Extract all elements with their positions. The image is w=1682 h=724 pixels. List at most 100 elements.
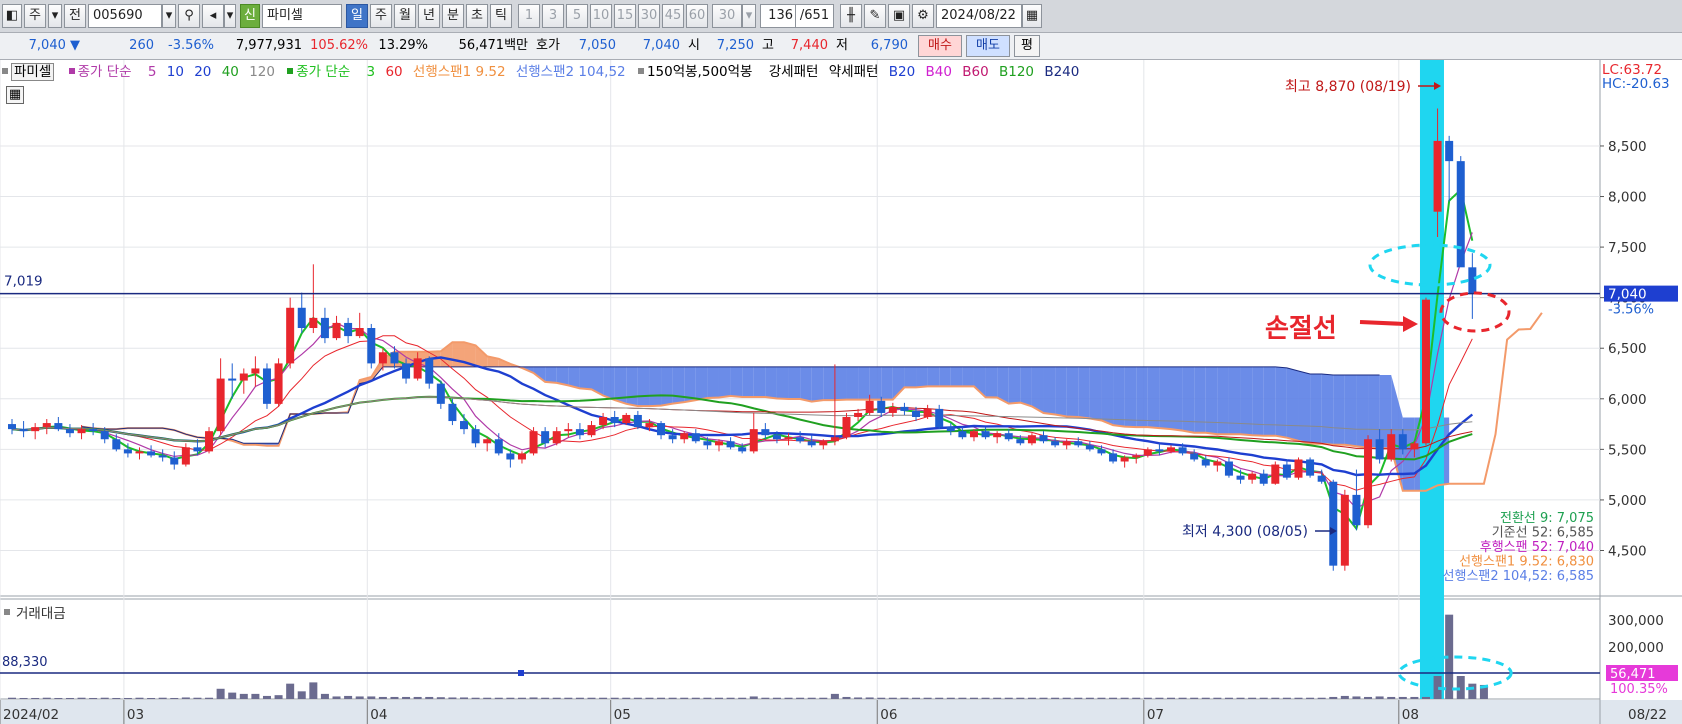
period-tick[interactable]: 틱	[490, 4, 512, 28]
candle-body	[274, 363, 283, 404]
sell-button[interactable]: 매도	[966, 35, 1010, 57]
candle-body	[216, 378, 225, 432]
cloud-segment	[452, 342, 465, 367]
volume-level-label: 88,330	[2, 655, 48, 670]
date-axis-bg	[0, 700, 1682, 724]
legend-b120[interactable]: B120	[999, 64, 1034, 80]
legend-ma5[interactable]: 5	[148, 64, 157, 80]
volume-bar	[1224, 697, 1233, 699]
calendar-icon[interactable]: ▦	[1022, 4, 1042, 28]
volume-bar	[355, 696, 364, 699]
legend-extra3[interactable]: 약세패턴	[829, 64, 879, 80]
legend-b40[interactable]: B40	[925, 64, 951, 80]
candle-body	[89, 429, 98, 432]
legend-ma60[interactable]: 60	[385, 64, 402, 80]
x-tick-label: 04	[370, 707, 387, 723]
legend-ma120[interactable]: 120	[249, 64, 275, 80]
legend-b240[interactable]: B240	[1044, 64, 1079, 80]
minute-60[interactable]: 60	[686, 4, 708, 28]
legend-extra2[interactable]: 강세패턴	[769, 64, 819, 80]
volume-bar	[529, 697, 538, 699]
date-input[interactable]: 2024/08/22	[936, 4, 1022, 28]
speaker-icon[interactable]: ◂	[202, 4, 224, 28]
volume-bar	[494, 697, 503, 699]
table-toggle-icon[interactable]: ▦	[6, 86, 24, 104]
volume-bar	[89, 697, 98, 699]
market-select[interactable]: 주	[24, 4, 46, 28]
volume-bar	[506, 697, 515, 699]
legend-ma10[interactable]: 10	[167, 64, 184, 80]
interval-select[interactable]: 30	[712, 4, 742, 28]
volume-bar	[8, 697, 16, 699]
minute-45[interactable]: 45	[662, 4, 684, 28]
count-input[interactable]: 136	[760, 4, 796, 28]
legend-extra1[interactable]: 150억봉,500억봉	[647, 64, 753, 80]
minute-30[interactable]: 30	[638, 4, 660, 28]
minute-3[interactable]: 3	[542, 4, 564, 28]
period-second[interactable]: 초	[466, 4, 488, 28]
legend-ma20[interactable]: 20	[194, 64, 211, 80]
volume-bar	[738, 697, 747, 699]
legend-b60[interactable]: B60	[962, 64, 988, 80]
y-tick-label: 8,500	[1608, 139, 1647, 155]
volume-bar	[378, 696, 387, 699]
cloud-segment	[672, 366, 685, 404]
volume-bar	[216, 688, 225, 699]
legend-ma3[interactable]: 3	[367, 64, 376, 80]
minute-5[interactable]: 5	[566, 4, 588, 28]
candle-body	[668, 435, 677, 440]
cloud-segment	[1055, 366, 1067, 417]
legend-marker	[637, 68, 644, 74]
candle-body	[784, 437, 793, 440]
draw-tool-icon[interactable]: ✎	[864, 4, 886, 28]
cloud-segment	[904, 366, 917, 388]
candle-body	[1074, 441, 1083, 446]
volume-panel-title: 거래대금	[16, 606, 66, 622]
minute-15[interactable]: 15	[614, 4, 636, 28]
period-week[interactable]: 주	[370, 4, 392, 28]
minute-1[interactable]: 1	[518, 4, 540, 28]
legend-name[interactable]: 파미셀	[11, 63, 55, 81]
cloud-segment	[1101, 366, 1114, 426]
volume-bar	[1421, 696, 1430, 699]
cloud-segment	[1321, 374, 1334, 445]
price-chart[interactable]: 8,5008,0007,5007,0006,5006,0005,5005,000…	[0, 60, 1682, 724]
legend-ma-label[interactable]: 종가 단순	[78, 64, 132, 80]
hc-label: HC:-20.63	[1602, 76, 1670, 92]
legend-span2[interactable]: 선행스팬2 104,52	[516, 64, 626, 80]
cloud-segment	[1008, 366, 1021, 404]
volume-bar	[981, 697, 990, 699]
candle-body	[1004, 433, 1013, 440]
legend-ma40[interactable]: 40	[222, 64, 239, 80]
legend-ma2-label[interactable]: 종가 단순	[296, 64, 350, 80]
volume-bar	[854, 697, 863, 699]
stock-name[interactable]: 파미셀	[262, 4, 342, 28]
period-minute[interactable]: 분	[442, 4, 464, 28]
quote-bid-label: 호가	[536, 38, 560, 53]
period-day[interactable]: 일	[346, 4, 368, 28]
candle-body	[738, 447, 747, 452]
market-dropdown-icon[interactable]: ▾	[48, 4, 62, 28]
code-dropdown-icon[interactable]: ▾	[162, 4, 176, 28]
cloud-segment	[742, 366, 754, 398]
interval-dropdown-icon[interactable]: ▾	[742, 4, 756, 28]
code-input[interactable]: 005690	[88, 4, 162, 28]
speaker-dropdown-icon[interactable]: ▾	[224, 4, 236, 28]
candle-body	[65, 429, 74, 434]
cloud-segment	[834, 366, 847, 401]
minute-10[interactable]: 10	[590, 4, 612, 28]
search-icon[interactable]: ⚲	[178, 4, 200, 28]
volume-bar	[900, 697, 909, 699]
save-icon[interactable]: ▣	[888, 4, 910, 28]
volume-bar	[935, 697, 944, 699]
legend-b20[interactable]: B20	[889, 64, 915, 80]
candle-type-icon[interactable]: ╫	[840, 4, 862, 28]
period-year[interactable]: 년	[418, 4, 440, 28]
gear-icon[interactable]: ⚙	[912, 4, 934, 28]
buy-button[interactable]: 매수	[918, 35, 962, 57]
period-month[interactable]: 월	[394, 4, 416, 28]
avg-button[interactable]: 평	[1014, 35, 1040, 57]
prev-button[interactable]: 전	[64, 4, 86, 28]
layout-icon[interactable]: ◧	[2, 4, 22, 28]
legend-span1[interactable]: 선행스팬1 9.52	[413, 64, 506, 80]
